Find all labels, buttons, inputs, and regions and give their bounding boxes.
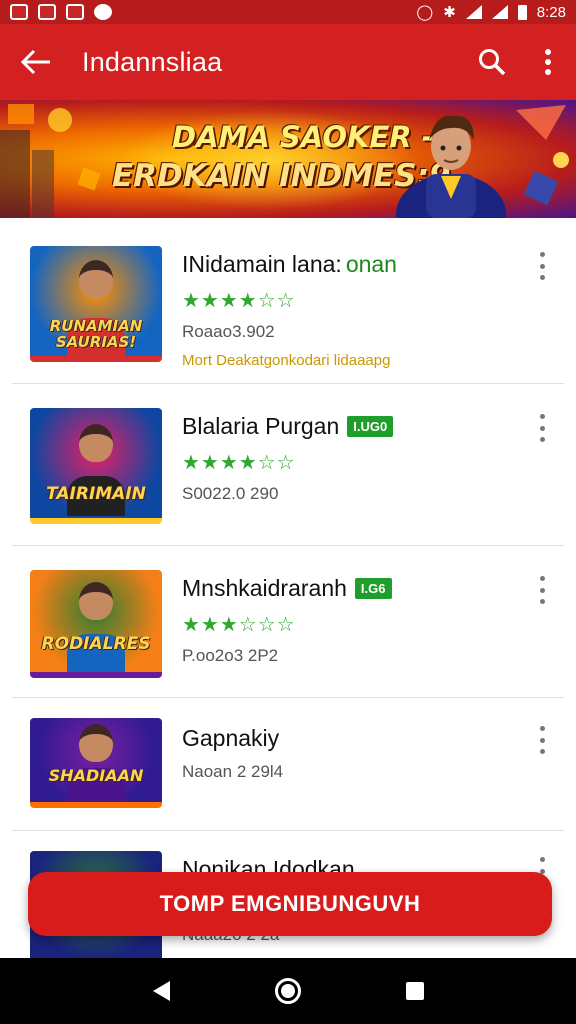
thumb-title-text: TAIRIMAIN — [46, 484, 146, 504]
app-info: Gapnakiy Naoan 2 29l4 — [182, 722, 512, 782]
search-icon — [479, 49, 506, 76]
dot — [539, 252, 545, 257]
signal-icon — [491, 5, 508, 19]
app-thumbnail: SHADIAAN — [30, 718, 162, 808]
app-description: Mort Deakatgonkodari lidaaapg — [182, 352, 391, 369]
dot — [539, 587, 545, 593]
wifi-icon — [465, 5, 482, 19]
app-meta: Roaao3.902 — [182, 322, 275, 341]
arrow-left-icon — [21, 49, 50, 75]
app-title: INidamain lana: — [182, 250, 342, 277]
system-nav-bar — [0, 958, 576, 1024]
dot — [539, 437, 545, 442]
thumb-title-text: RUNAMIAN SAURIAS! — [49, 317, 143, 351]
search-button[interactable] — [464, 24, 520, 100]
system-icons: ◯ ✱ 8:28 — [416, 3, 566, 22]
primary-action-button[interactable]: TOMP EMGNIBUNGUVH — [28, 872, 552, 936]
thumb-character-face — [79, 260, 113, 298]
list-item[interactable]: RUNAMIAN SAURIAS! INidamain lana: onan ★… — [12, 222, 564, 384]
clock: 8:28 — [536, 3, 566, 21]
app-title: Mnshkaidraranh — [182, 574, 347, 601]
notification-icons — [10, 4, 112, 20]
app-badge: I.UG0 — [347, 415, 394, 437]
title-row: Mnshkaidraranh I.G6 — [182, 572, 512, 604]
screen: ◯ ✱ 8:28 Indannsliaa DAMA SAOKER - ERDKA… — [0, 0, 576, 1024]
app-meta: Naoan 2 29l4 — [182, 762, 284, 781]
dot — [539, 576, 545, 581]
app-thumbnail: RODIALRES — [30, 570, 162, 678]
app-meta: P.oo2o3 2P2 — [182, 646, 279, 665]
list-item[interactable]: TAIRIMAIN Blalaria Purgan I.UG0 ★★★★☆☆ S… — [12, 384, 564, 546]
app-meta: S0022.0 290 — [182, 484, 279, 503]
message-icon — [38, 4, 56, 20]
list-item[interactable]: SHADIAAN Gapnakiy Naoan 2 29l4 — [12, 698, 564, 831]
dot — [539, 749, 545, 754]
app-thumbnail: RUNAMIAN SAURIAS! — [30, 246, 162, 362]
dot — [539, 737, 545, 743]
more-vert-icon — [545, 49, 551, 75]
app-title: Blalaria Purgan — [182, 412, 340, 439]
pinterest-icon — [94, 4, 112, 20]
item-overflow-button[interactable] — [530, 250, 554, 282]
thumb-character-face — [79, 724, 113, 762]
nav-recents-icon[interactable] — [405, 982, 424, 1000]
bluetooth-icon: ✱ — [443, 4, 456, 21]
battery-icon — [517, 4, 527, 20]
title-row: INidamain lana: onan — [182, 248, 512, 280]
banner-buildings-art — [0, 104, 101, 218]
tiktok-icon — [10, 4, 28, 20]
thumb-character-face — [79, 424, 113, 462]
app-info: Mnshkaidraranh I.G6 ★★★☆☆☆ P.oo2o3 2P2 — [182, 572, 512, 666]
banner-gems-art — [516, 105, 569, 206]
title-row: Gapnakiy — [182, 722, 512, 754]
rating-stars: ★★★★☆☆ — [182, 290, 296, 312]
app-badge: I.G6 — [354, 577, 392, 599]
dot — [539, 414, 545, 419]
list-item[interactable]: RODIALRES Mnshkaidraranh I.G6 ★★★☆☆☆ P.o… — [12, 546, 564, 698]
status-bar: ◯ ✱ 8:28 — [0, 0, 576, 24]
nav-home-icon[interactable] — [274, 978, 301, 1004]
more-options-button[interactable] — [520, 24, 576, 100]
app-title-suffix: onan — [345, 250, 397, 277]
alarm-icon: ◯ — [416, 4, 434, 21]
app-title: Gapnakiy — [182, 724, 280, 751]
dot — [539, 599, 545, 604]
item-overflow-button[interactable] — [530, 412, 554, 444]
rating-stars: ★★★★☆☆ — [182, 452, 296, 474]
title-row: Blalaria Purgan I.UG0 — [182, 410, 512, 442]
thumb-title-text: RODIALRES — [41, 634, 151, 654]
dot — [539, 275, 545, 280]
nav-back-icon[interactable] — [152, 981, 170, 1001]
thumb-character-face — [79, 582, 113, 620]
dot — [539, 857, 545, 862]
dot — [539, 425, 545, 431]
rating-stars: ★★★☆☆☆ — [182, 614, 296, 636]
nav-home-dot — [280, 984, 295, 998]
item-overflow-button[interactable] — [530, 724, 554, 756]
back-button[interactable] — [0, 24, 72, 100]
promo-banner[interactable]: DAMA SAOKER - ERDKAIN INDMES:9 — [0, 100, 576, 218]
banner-title-line1: DAMA SAOKER - — [172, 120, 434, 154]
dot — [539, 263, 545, 269]
page-title: Indannsliaa — [82, 46, 223, 77]
item-overflow-button[interactable] — [530, 574, 554, 606]
thumb-title-text: SHADIAAN — [48, 766, 144, 785]
hero-character-art — [396, 115, 506, 218]
app-thumbnail: TAIRIMAIN — [30, 408, 162, 524]
app-bar: Indannsliaa — [0, 24, 576, 100]
app-info: Blalaria Purgan I.UG0 ★★★★☆☆ S0022.0 290 — [182, 410, 512, 504]
mail-icon — [66, 4, 84, 20]
app-info: INidamain lana: onan ★★★★☆☆ Roaao3.902 M… — [182, 248, 512, 370]
dot — [539, 726, 545, 731]
